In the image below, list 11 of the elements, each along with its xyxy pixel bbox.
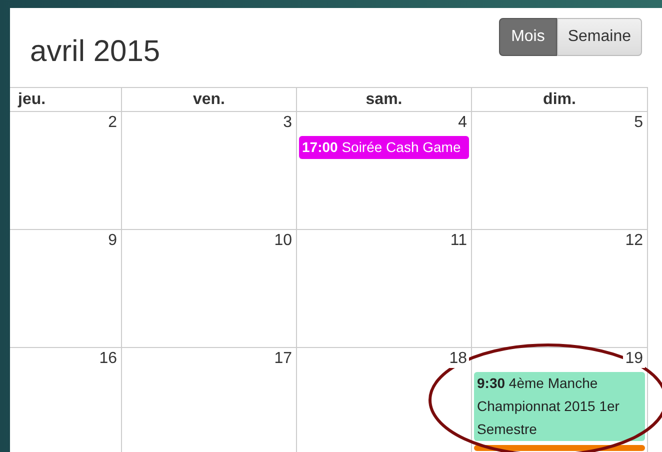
weekday-label: dim. [543, 91, 576, 108]
calendar-event[interactable]: 9:30 4ème Manche Championnat 2015 1er Semestre [474, 372, 645, 441]
weekday-label: jeu. [18, 91, 46, 108]
view-button[interactable]: Semaine [556, 18, 642, 56]
calendar-event[interactable]: 17:00 Soirée Cash Game [299, 136, 469, 159]
weekday-label: ven. [192, 91, 225, 108]
day-number: 18 [447, 350, 469, 368]
month-title: avril 2015 [29, 34, 160, 69]
weekday-label: sam. [366, 91, 402, 108]
view-button[interactable]: Mois [499, 18, 557, 56]
day-number: 19 [623, 350, 645, 368]
